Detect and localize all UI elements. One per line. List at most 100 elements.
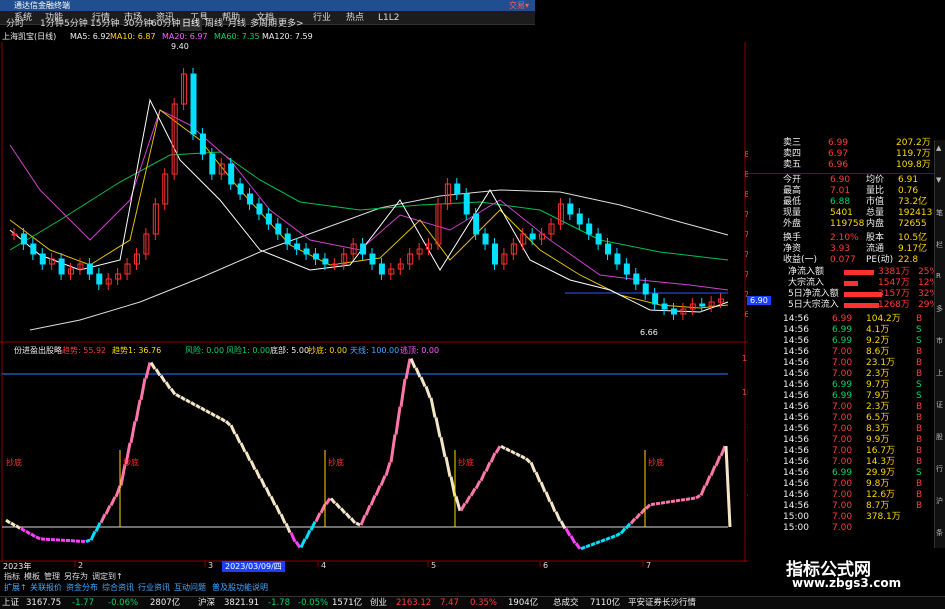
flow-label: 5日大宗流入 bbox=[788, 300, 839, 310]
indicator-bar bbox=[439, 436, 447, 458]
info-tab-3[interactable]: 综合资讯 bbox=[102, 583, 134, 593]
indicator-bar bbox=[324, 497, 332, 506]
sidebar-button-7[interactable]: 上 bbox=[936, 368, 943, 378]
info-tab-1[interactable]: 关联报价 bbox=[30, 583, 62, 593]
sidebar-button-9[interactable]: 股 bbox=[936, 432, 943, 442]
tab-0[interactable]: 指标 bbox=[4, 572, 20, 582]
indicator-bar bbox=[685, 497, 691, 501]
broker-name[interactable]: 平安证券长沙行情 bbox=[628, 597, 696, 609]
ind-trend1: 趋势1: 36.76 bbox=[112, 346, 162, 355]
indicator-bar bbox=[409, 358, 417, 369]
indicator-bar bbox=[699, 484, 707, 496]
info-tab-0[interactable]: 扩展↑ bbox=[4, 583, 27, 593]
indicator-bar bbox=[639, 507, 647, 515]
stat-row: 收益(一) 0.077 PE(动) 22.8 bbox=[748, 255, 934, 266]
tab-1[interactable]: 模板 bbox=[24, 572, 40, 582]
indicator-bar bbox=[5, 518, 11, 525]
stat-value-2: 0.76 bbox=[898, 186, 919, 196]
sidebar-button-6[interactable]: 市 bbox=[936, 336, 943, 346]
sh-label[interactable]: 上证 bbox=[2, 597, 19, 609]
sidebar-button-0[interactable]: ▲ bbox=[936, 144, 941, 152]
sidebar-button-5[interactable]: 多 bbox=[936, 304, 943, 314]
tab-timeframe-2[interactable]: 5分钟 bbox=[64, 18, 88, 31]
sz-label[interactable]: 沪深 bbox=[198, 597, 215, 609]
info-tab-6[interactable]: 普及股功能说明 bbox=[212, 583, 268, 593]
sidebar-button-12[interactable]: 条 bbox=[936, 528, 943, 538]
indicator-bar bbox=[35, 535, 41, 541]
tick-time: 15:00 bbox=[783, 512, 809, 522]
tab-4[interactable]: 调定到↑ bbox=[92, 572, 123, 582]
info-tab-5[interactable]: 互动问题 bbox=[174, 583, 206, 593]
info-tab-4[interactable]: 行业资讯 bbox=[138, 583, 170, 593]
tick-time: 14:56 bbox=[783, 347, 809, 357]
candle bbox=[331, 263, 338, 266]
sidebar-button-2[interactable]: 笔 bbox=[936, 208, 943, 218]
indicator-bar bbox=[129, 421, 137, 444]
sidebar-button-11[interactable]: 沪 bbox=[936, 496, 943, 506]
tick-side: B bbox=[916, 314, 923, 324]
tick-price: 7.00 bbox=[832, 479, 853, 489]
tick-time: 14:56 bbox=[783, 391, 809, 401]
flow-label: 净流入额 bbox=[788, 267, 825, 277]
tick-side: B bbox=[916, 435, 923, 445]
tick-time: 14:56 bbox=[783, 446, 809, 456]
indicator-bar bbox=[359, 514, 367, 526]
stat-label: 最高 bbox=[783, 186, 802, 196]
tick-volume: 9.9万 bbox=[866, 435, 890, 445]
tab-timeframe-1[interactable]: 1分钟 bbox=[40, 18, 64, 31]
watermark-url: www.zbgs3.com bbox=[792, 576, 902, 590]
indicator-bar bbox=[500, 444, 506, 450]
tick-time: 14:56 bbox=[783, 314, 809, 324]
stat-value: 2.10% bbox=[830, 233, 859, 243]
indicator-bar bbox=[629, 517, 637, 525]
trade-button[interactable]: 交易▾ bbox=[509, 0, 529, 11]
tick-row: 14:56 6.99 9.7万 S bbox=[748, 380, 934, 391]
sidebar-button-1[interactable]: ▼ bbox=[936, 176, 941, 184]
candle bbox=[454, 183, 461, 195]
indicator-bar bbox=[595, 540, 601, 545]
indicator-bar bbox=[520, 454, 526, 460]
tick-time: 14:56 bbox=[783, 325, 809, 335]
tab-timeframe-7[interactable]: 周线 bbox=[205, 18, 223, 31]
tab-timeframe-5[interactable]: 60分钟 bbox=[151, 18, 180, 31]
tick-side: B bbox=[916, 501, 923, 511]
tab-timeframe-10[interactable]: 更多> bbox=[278, 18, 304, 31]
stat-value: 6.90 bbox=[830, 175, 851, 185]
tick-volume: 4.1万 bbox=[866, 325, 890, 335]
x-tick-label: 2 bbox=[78, 561, 83, 570]
trading-terminal: 通达信金融终端 交易▾ 系统功能行情市场资讯工具帮助文档行业热点L1L2 分时1… bbox=[0, 0, 945, 609]
chart-area[interactable]: 8.408.208.007.807.607.407.207.006.80 120… bbox=[0, 40, 748, 570]
tab-2[interactable]: 管理 bbox=[44, 572, 60, 582]
info-tab-2[interactable]: 资金分布 bbox=[66, 583, 98, 593]
tab-3[interactable]: 另存为 bbox=[64, 572, 88, 582]
sidebar-button-8[interactable]: 证 bbox=[936, 400, 943, 410]
indicator-bar bbox=[474, 480, 482, 490]
sidebar-button-3[interactable]: 栏 bbox=[936, 240, 943, 250]
indicator-bar bbox=[94, 522, 102, 533]
tab-timeframe-3[interactable]: 15分钟 bbox=[90, 18, 119, 31]
x-tick-label: 4 bbox=[321, 561, 326, 570]
indicator-bar bbox=[719, 445, 727, 457]
indicator-bar bbox=[554, 511, 562, 522]
cy-label[interactable]: 创业 bbox=[370, 597, 387, 609]
flow-row: 5日净流入额 3157万 32% bbox=[748, 289, 938, 300]
tab-timeframe-0[interactable]: 分时 bbox=[6, 18, 24, 31]
tab-timeframe-4[interactable]: 30分钟 bbox=[123, 18, 152, 31]
tab-timeframe-6[interactable]: 日线 bbox=[180, 18, 203, 31]
candle bbox=[614, 253, 621, 265]
stat-row: 最低 6.88 市值 73.2亿 bbox=[748, 197, 934, 208]
sidebar-button-4[interactable]: R bbox=[936, 272, 941, 280]
high-annotation: 9.40 bbox=[171, 42, 189, 51]
indicator-bar bbox=[319, 503, 327, 514]
signal-label: 抄底 bbox=[123, 457, 139, 467]
indicator-bar bbox=[704, 475, 712, 487]
tab-timeframe-9[interactable]: 多周期 bbox=[250, 18, 277, 31]
tab-timeframe-8[interactable]: 月线 bbox=[228, 18, 246, 31]
flow-value: 3381万 bbox=[878, 267, 910, 277]
tick-volume: 12.6万 bbox=[866, 490, 896, 500]
candle bbox=[124, 263, 131, 275]
tick-side: B bbox=[916, 358, 923, 368]
sidebar-button-10[interactable]: 行 bbox=[936, 464, 943, 474]
stat-label: 净资 bbox=[783, 244, 802, 254]
indicator-bar bbox=[549, 501, 557, 513]
